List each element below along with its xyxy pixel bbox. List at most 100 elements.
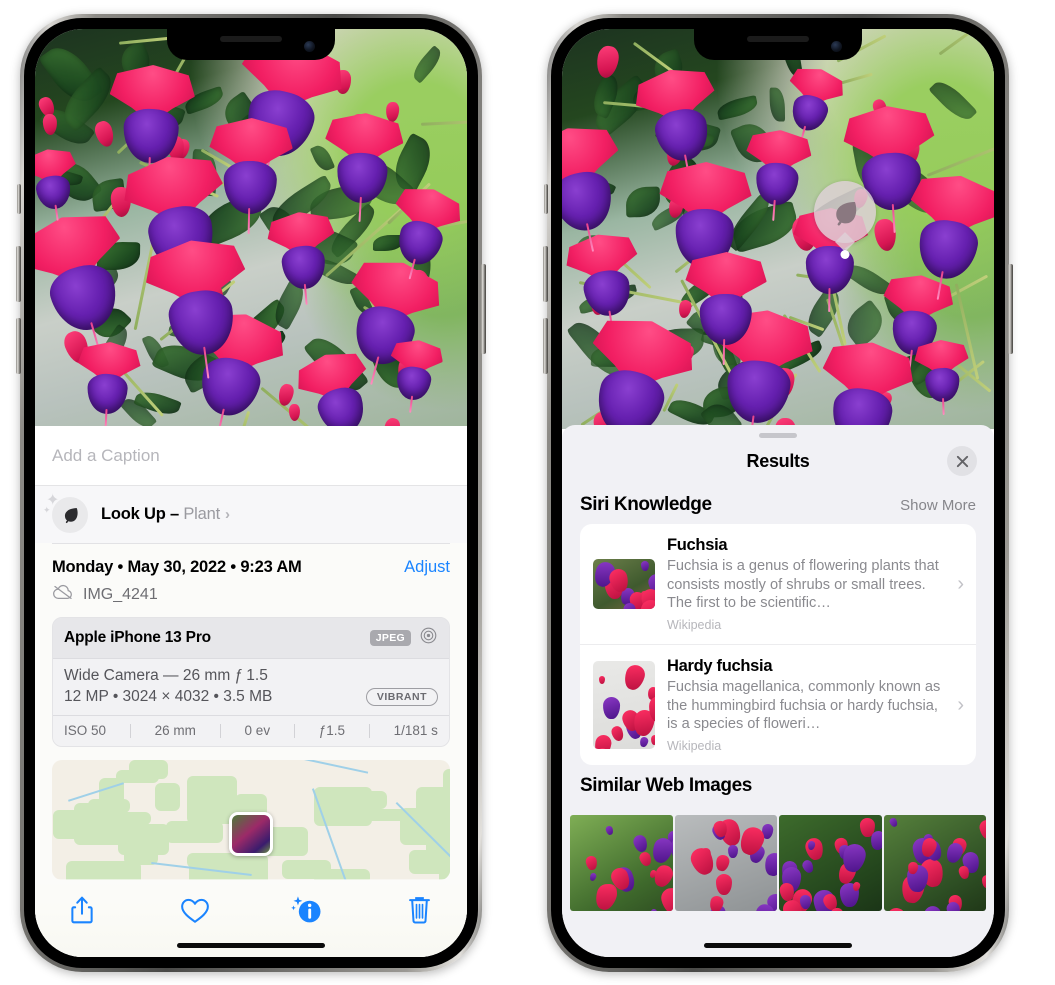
thumb-flower [631,833,650,854]
list-item[interactable]: Hardy fuchsia Fuchsia magellanica, commo… [580,644,976,765]
knowledge-source: Wikipedia [667,739,722,754]
photo-fuchsia-flower [630,62,727,180]
volume-up-button[interactable] [16,246,21,302]
similar-web-images-strip[interactable] [562,815,994,912]
thumb-flower [651,862,673,890]
volume-down-button[interactable] [16,318,21,374]
look-up-icon-wrap: ✦ ✦ [43,492,88,533]
thumb-flower [762,851,777,879]
photo-fuchsia-flower [141,233,257,379]
exif-aperture: ƒ1.5 [318,723,345,738]
location-map[interactable] [52,760,450,880]
metadata-block: Monday • May 30, 2022 • 9:23 AM Adjust I… [35,544,467,605]
front-camera-icon [304,41,315,52]
thumb-flower [584,855,598,871]
power-button[interactable] [481,264,486,354]
thumb-flower [713,853,730,873]
thumb-flower [981,875,986,889]
map-photo-pin[interactable] [229,812,273,856]
web-image-thumb[interactable] [674,815,777,912]
thumb-flower [639,736,650,748]
flower-corolla [335,152,389,205]
section-title: Similar Web Images [580,775,752,797]
web-image-thumb[interactable] [779,815,882,912]
map-green-area [282,860,331,879]
map-green-area [189,853,268,880]
photo-fuchsia-flower [385,337,445,413]
thumb-flower [978,819,986,842]
photo-fuchsia-flower [811,336,917,429]
knowledge-description: Fuchsia magellanica, commonly known as t… [667,679,941,733]
photo-viewer[interactable] [562,29,994,429]
photo-fuchsia-flower [208,117,294,235]
sheet-title: Results [746,450,810,471]
exif-separator [293,723,295,738]
camera-header-badges: JPEG [369,626,438,650]
results-sheet: Results Siri Knowledge Show More Fuchsia… [562,425,994,957]
phone-left-screen: Add a Caption ✦ ✦ Look Up – Plant › Mond… [35,29,467,957]
map-road [277,760,368,774]
thumb-flower [638,850,654,868]
power-button[interactable] [1008,264,1013,354]
knowledge-description: Fuchsia is a genus of flowering plants t… [667,558,939,612]
favorite-button[interactable] [174,889,216,931]
file-line: IMG_4241 [52,584,450,605]
close-button[interactable] [947,446,977,476]
date-line: Monday • May 30, 2022 • 9:23 AM Adjust [52,558,450,577]
photo-viewer[interactable] [35,29,467,427]
silent-switch[interactable] [544,184,548,214]
volume-down-button[interactable] [543,318,548,374]
notch [167,29,335,60]
notch [694,29,862,60]
photo-fuchsia-flower [914,339,971,416]
camera-info-card: Apple iPhone 13 Pro JPEG Wide Camera — 2… [52,617,450,747]
knowledge-body: Fuchsia Fuchsia is a genus of flowering … [667,536,943,632]
look-up-label: Look Up – Plant › [101,505,230,524]
photo-fuchsia-flower [75,340,142,427]
photo-fuchsia-flower [743,128,814,221]
list-item[interactable]: Fuchsia Fuchsia is a genus of flowering … [580,524,976,644]
photographic-style-badge: VIBRANT [365,688,438,706]
thumb-flower [602,697,621,720]
show-more-button[interactable]: Show More [900,497,976,514]
front-camera-icon [831,41,842,52]
camera-model: Apple iPhone 13 Pro [64,629,211,646]
knowledge-title: Fuchsia [667,536,728,554]
web-image-thumb[interactable] [883,815,986,912]
caption-field[interactable]: Add a Caption [35,426,467,486]
look-up-prefix: Look Up – [101,505,184,523]
photo-fuchsia-flower [266,209,340,305]
phone-right-screen: Results Siri Knowledge Show More Fuchsia… [562,29,994,957]
sheet-header: Results [562,438,994,484]
size-info: 12 MP • 3024 × 4032 • 3.5 MB [64,688,273,705]
home-indicator[interactable] [704,943,852,948]
delete-button[interactable] [399,889,441,931]
silent-switch[interactable] [17,184,21,214]
info-button[interactable] [286,889,328,931]
thumb-flower [593,733,613,750]
exif-separator [368,723,370,738]
thumb-flower [800,858,816,875]
map-green-area [155,783,181,811]
share-button[interactable] [61,889,103,931]
flower-corolla [562,167,618,236]
photo-fuchsia-flower [321,111,405,223]
look-up-row[interactable]: ✦ ✦ Look Up – Plant › [35,486,467,543]
cloud-slash-icon [52,584,74,605]
knowledge-card: Fuchsia Fuchsia is a genus of flowering … [580,524,976,766]
thumb-flower [641,560,650,572]
chevron-right-icon: › [957,572,964,595]
plant-lookup-badge[interactable] [814,181,876,243]
exif-exposure: 0 ev [244,723,271,738]
volume-up-button[interactable] [543,246,548,302]
exif-row: ISO 50 26 mm 0 ev ƒ1.5 1/181 s [53,715,449,746]
web-image-thumb[interactable] [570,815,673,912]
home-indicator[interactable] [177,943,325,948]
flower-corolla [754,161,800,207]
screenshot-canvas: Add a Caption ✦ ✦ Look Up – Plant › Mond… [0,0,1055,985]
thumb-flower [621,663,648,693]
phone-right-device: Results Siri Knowledge Show More Fuchsia… [543,14,1013,972]
map-green-area [165,820,223,843]
adjust-button[interactable]: Adjust [404,558,450,577]
lens-info: Wide Camera — 26 mm ƒ 1.5 [64,667,268,684]
